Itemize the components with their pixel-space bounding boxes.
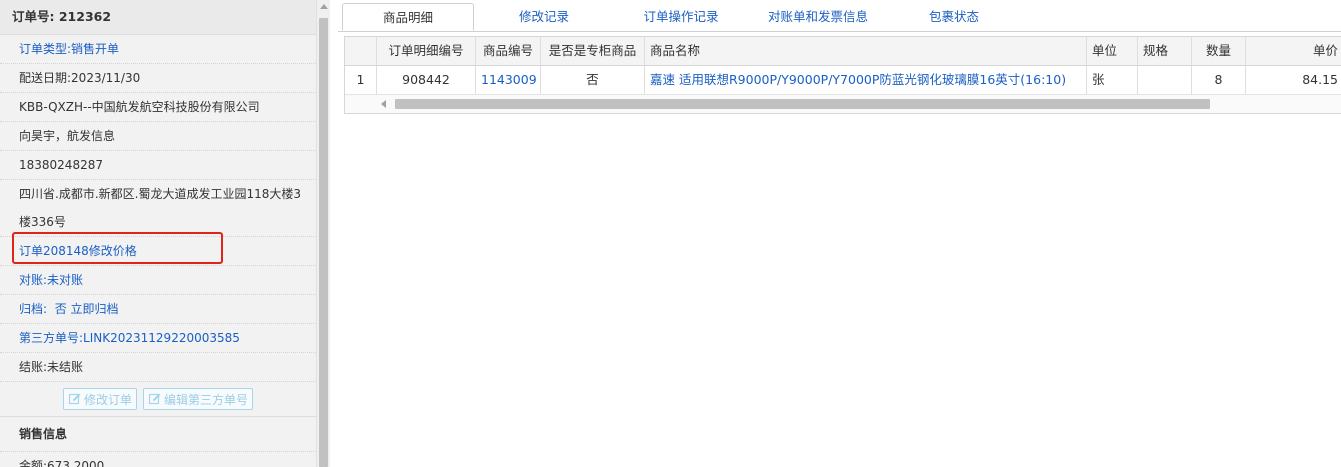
- amount-label: 金额:: [19, 459, 48, 467]
- header-product-name[interactable]: 商品名称: [645, 37, 1087, 65]
- header-detail-id[interactable]: 订单明细编号: [377, 37, 476, 65]
- unit-cell: 张: [1087, 66, 1138, 94]
- vertical-scroll-thumb[interactable]: [319, 18, 328, 467]
- scroll-up-arrow-icon[interactable]: [320, 4, 328, 9]
- phone-row: 18380248287: [0, 151, 316, 180]
- product-code-link[interactable]: 1143009: [476, 66, 541, 94]
- edit-third-party-label: 编辑第三方单号: [164, 392, 249, 407]
- order-number-label: 订单号:: [12, 9, 55, 24]
- scroll-left-arrow-icon[interactable]: [381, 100, 386, 108]
- unit-price-cell: 84.15: [1302, 72, 1338, 87]
- tab-product-details[interactable]: 商品明细: [342, 3, 474, 31]
- tab-modify-log[interactable]: 修改记录: [508, 3, 580, 31]
- archive-label: 归档:: [19, 302, 48, 316]
- order-number-value: 212362: [58, 9, 112, 24]
- archive-value: 否: [54, 302, 67, 316]
- product-detail-grid: 订单明细编号 商品编号 是否是专柜商品 商品名称 单位 规格 数量 单价 1 9…: [344, 36, 1341, 114]
- edit-order-button[interactable]: 修改订单: [62, 388, 137, 410]
- vertical-scrollbar[interactable]: [316, 0, 330, 467]
- table-row[interactable]: 1 908442 1143009 否 嘉速 适用联想R9000P/Y9000P/…: [345, 66, 1341, 95]
- header-is-counter[interactable]: 是否是专柜商品: [541, 37, 645, 65]
- amount-row: 金额:673.2000: [0, 452, 316, 467]
- tab-package-status[interactable]: 包裹状态: [924, 3, 984, 31]
- quantity-cell: 8: [1192, 66, 1246, 94]
- customer-row: KBB-QXZH--中国航发航空科技股份有限公司: [0, 93, 316, 122]
- delivery-date-row: 配送日期:2023/11/30: [0, 64, 316, 93]
- settle-label: 结账:: [19, 360, 48, 374]
- reconcile-label: 对账:: [19, 273, 48, 287]
- order-type-row: 订单类型:销售开单: [0, 35, 316, 64]
- edit-third-party-button[interactable]: 编辑第三方单号: [143, 388, 254, 410]
- tab-statement-invoice[interactable]: 对账单和发票信息: [762, 3, 874, 31]
- order-type-value: 销售开单: [71, 42, 120, 56]
- header-quantity[interactable]: 数量: [1192, 37, 1246, 65]
- edit-icon: [148, 393, 161, 405]
- third-party-row: 第三方单号:LINK20231129220003585: [0, 324, 316, 353]
- settle-value: 未结账: [47, 360, 84, 374]
- order-type-label: 订单类型:: [19, 42, 72, 56]
- detail-tabs: 商品明细 修改记录 订单操作记录 对账单和发票信息 包裹状态: [338, 0, 1341, 32]
- horizontal-scrollbar[interactable]: [375, 97, 1341, 111]
- highlight-annotation: [12, 232, 223, 264]
- sales-info-header: 销售信息: [0, 417, 316, 452]
- header-unit[interactable]: 单位: [1087, 37, 1138, 65]
- is-counter-cell: 否: [541, 66, 645, 94]
- archive-row: 归档: 否 立即归档: [0, 295, 316, 324]
- third-party-value: LINK20231129220003585: [83, 331, 240, 345]
- order-info-panel: 订单号: 212362 订单类型:销售开单 配送日期:2023/11/30 KB…: [0, 0, 330, 467]
- edit-icon: [68, 393, 81, 405]
- tab-order-operations[interactable]: 订单操作记录: [636, 3, 726, 31]
- reconcile-value: 未对账: [47, 273, 84, 287]
- header-unit-price[interactable]: 单价: [1246, 37, 1341, 65]
- edit-order-label: 修改订单: [83, 392, 132, 407]
- contact-row: 向昊宇，航发信息: [0, 122, 316, 151]
- archive-now-link[interactable]: 立即归档: [71, 302, 119, 316]
- settle-row: 结账:未结账: [0, 353, 316, 382]
- header-row-number: [345, 37, 377, 65]
- spec-cell: [1138, 66, 1192, 94]
- header-product-code[interactable]: 商品编号: [476, 37, 541, 65]
- order-action-buttons: 修改订单 编辑第三方单号: [0, 382, 316, 417]
- reconcile-row: 对账:未对账: [0, 266, 316, 295]
- third-party-label: 第三方单号:: [19, 331, 84, 345]
- order-number-header: 订单号: 212362: [0, 0, 316, 35]
- amount-value: 673.2000: [47, 459, 105, 467]
- header-spec[interactable]: 规格: [1138, 37, 1192, 65]
- address-row: 四川省.成都市.新都区.蜀龙大道成发工业园118大楼3楼336号: [0, 180, 316, 237]
- horizontal-scroll-thumb[interactable]: [395, 99, 1210, 109]
- detail-id-cell: 908442: [377, 66, 476, 94]
- grid-header-row: 订单明细编号 商品编号 是否是专柜商品 商品名称 单位 规格 数量 单价: [345, 37, 1341, 66]
- row-number-cell: 1: [345, 66, 377, 94]
- product-name-link[interactable]: 嘉速 适用联想R9000P/Y9000P/Y7000P防蓝光钢化玻璃膜16英寸(…: [645, 66, 1087, 94]
